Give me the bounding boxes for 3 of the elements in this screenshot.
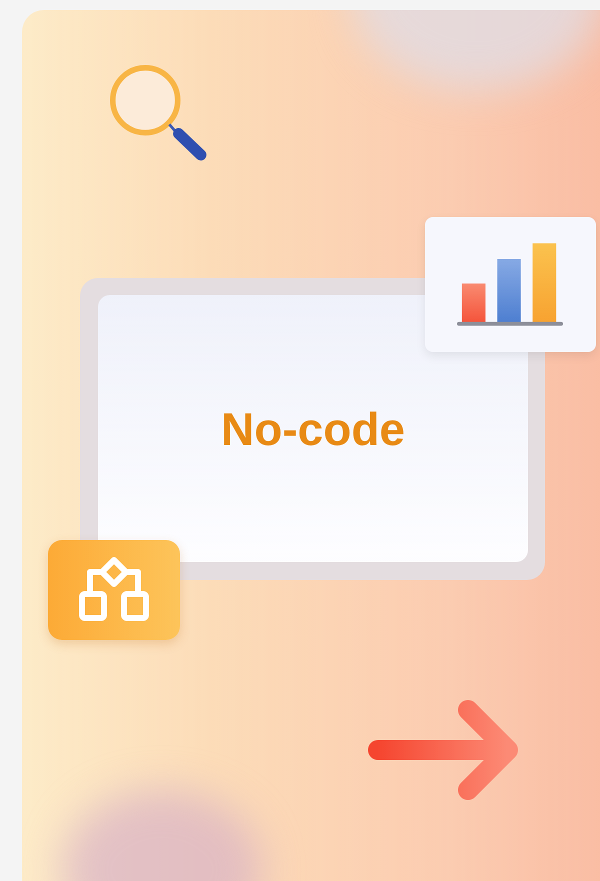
card-title: No-code <box>221 402 405 456</box>
flowchart-icon <box>78 556 150 624</box>
bar-chart-icon <box>456 242 564 326</box>
